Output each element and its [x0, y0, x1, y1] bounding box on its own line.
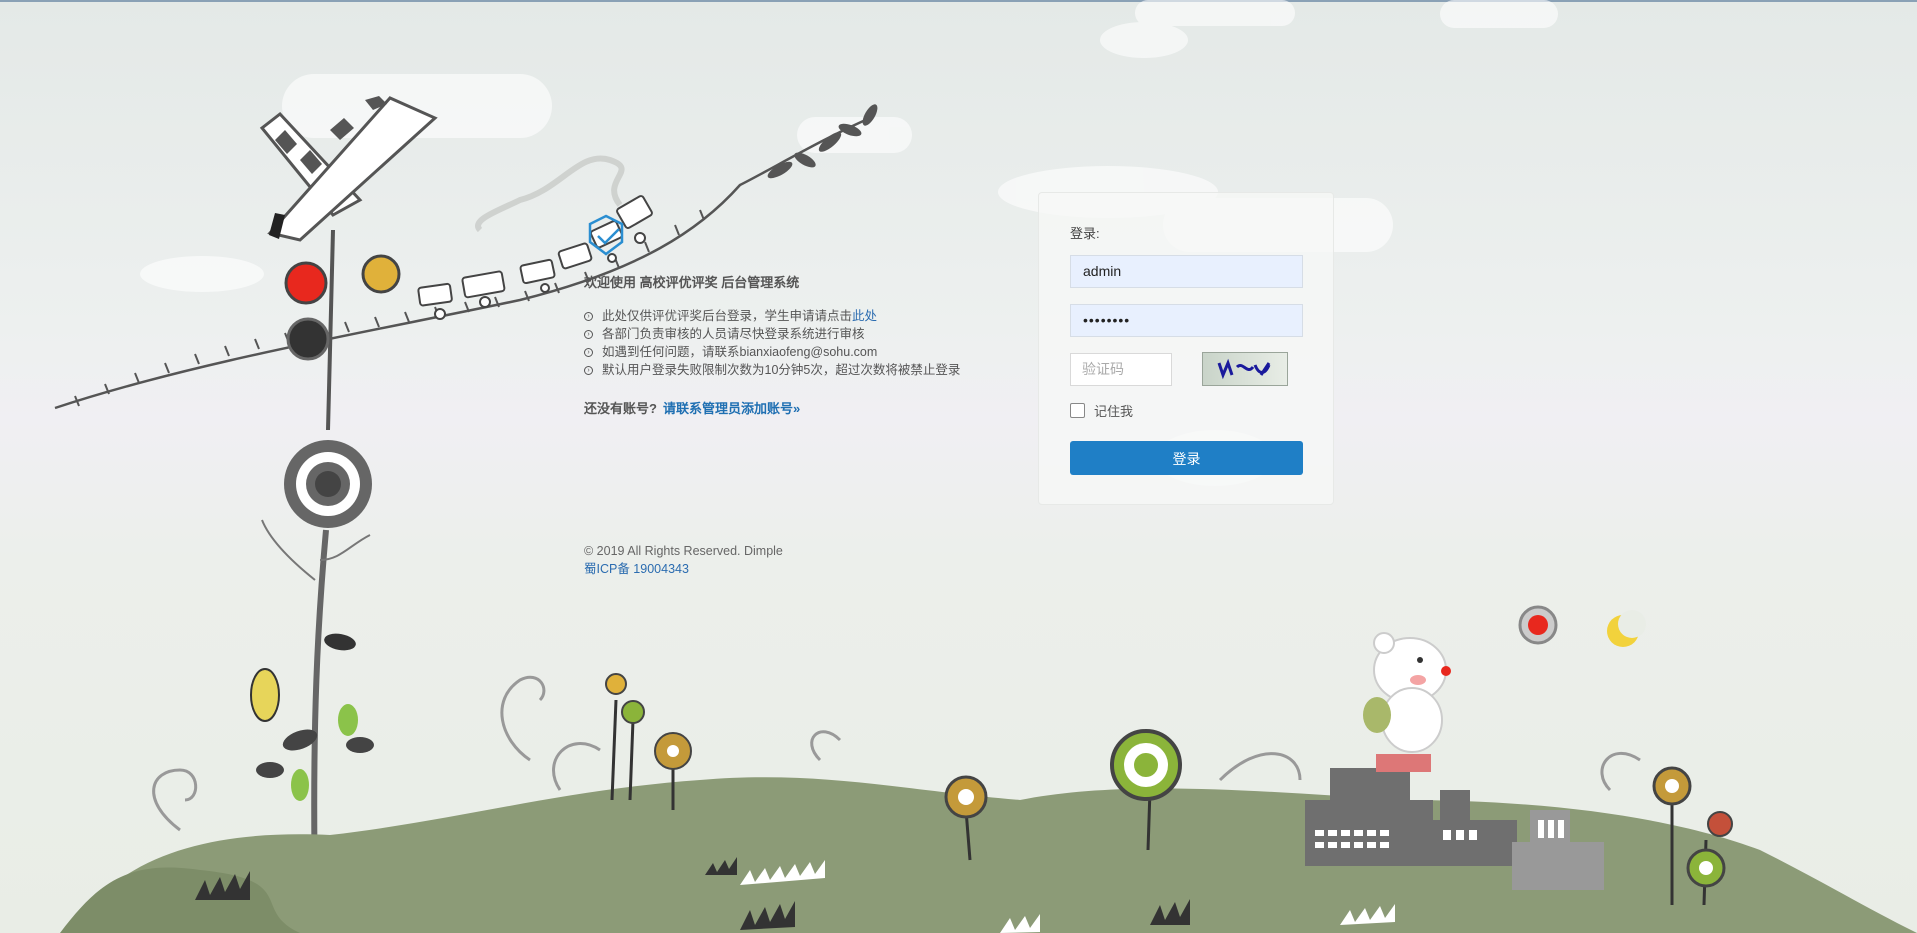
notice-item: › 此处仅供评优评奖后台登录，学生申请请点击 此处	[584, 307, 1004, 325]
grass-hills	[60, 777, 1917, 933]
register-row: 还没有账号? 请联系管理员添加账号»	[584, 400, 1004, 418]
bullet-circle-icon: ›	[584, 347, 593, 357]
background-illustration	[54, 0, 1917, 933]
bullet-circle-icon: ›	[584, 311, 593, 321]
footer: © 2019 All Rights Reserved. Dimple 蜀ICP备…	[584, 542, 783, 578]
bullet-circle-icon: ›	[584, 329, 593, 339]
login-button[interactable]: 登录	[1070, 441, 1303, 475]
checkbox-icon[interactable]	[1070, 403, 1085, 418]
remember-me[interactable]: 记住我	[1070, 401, 1133, 420]
password-input[interactable]: ••••••••	[1070, 304, 1303, 337]
notice-item: › 默认用户登录失败限制次数为10分钟5次，超过次数将被禁止登录	[584, 361, 1004, 379]
notice-list: › 此处仅供评优评奖后台登录，学生申请请点击 此处 › 各部门负责审核的人员请尽快…	[584, 307, 1004, 379]
notice-text: 如遇到任何问题，请联系bianxiaofeng@sohu.com	[602, 345, 878, 359]
bullet-circle-icon: ›	[584, 365, 593, 375]
username-input[interactable]: admin	[1070, 255, 1303, 288]
login-title: 登录:	[1070, 226, 1100, 241]
welcome-title: 欢迎使用 高校评优评奖 后台管理系统	[584, 275, 800, 290]
remember-label: 记住我	[1094, 404, 1134, 419]
notice-text: 各部门负责审核的人员请尽快登录系统进行审核	[602, 327, 865, 341]
bear-character	[1363, 632, 1451, 753]
notice-item: › 各部门负责审核的人员请尽快登录系统进行审核	[584, 325, 1004, 343]
copyright-text: © 2019 All Rights Reserved. Dimple	[584, 544, 783, 558]
railway-crossing-sign	[259, 96, 438, 431]
contact-admin-link[interactable]: 请联系管理员添加账号»	[663, 401, 800, 416]
notice-text: 此处仅供评优评奖后台登录，学生申请请点击	[602, 309, 853, 323]
login-panel: 登录: admin •••••••• 验证码 记住我 登录	[1038, 192, 1334, 505]
register-prompt: 还没有账号?	[584, 401, 657, 416]
icp-link[interactable]: 蜀ICP备 19004343	[584, 562, 689, 576]
wheel-flower	[250, 440, 374, 891]
notice-item: › 如遇到任何问题，请联系bianxiaofeng@sohu.com	[584, 343, 1004, 361]
notice-text: 默认用户登录失败限制次数为10分钟5次，超过次数将被禁止登录	[602, 363, 961, 377]
student-apply-link[interactable]: 此处	[852, 307, 877, 325]
welcome-section: 欢迎使用 高校评优评奖 后台管理系统 › 此处仅供评优评奖后台登录，学生申请请点…	[584, 274, 1004, 418]
captcha-input[interactable]: 验证码	[1070, 353, 1172, 386]
captcha-glyphs-icon	[1217, 358, 1271, 380]
captcha-image[interactable]	[1202, 352, 1288, 386]
